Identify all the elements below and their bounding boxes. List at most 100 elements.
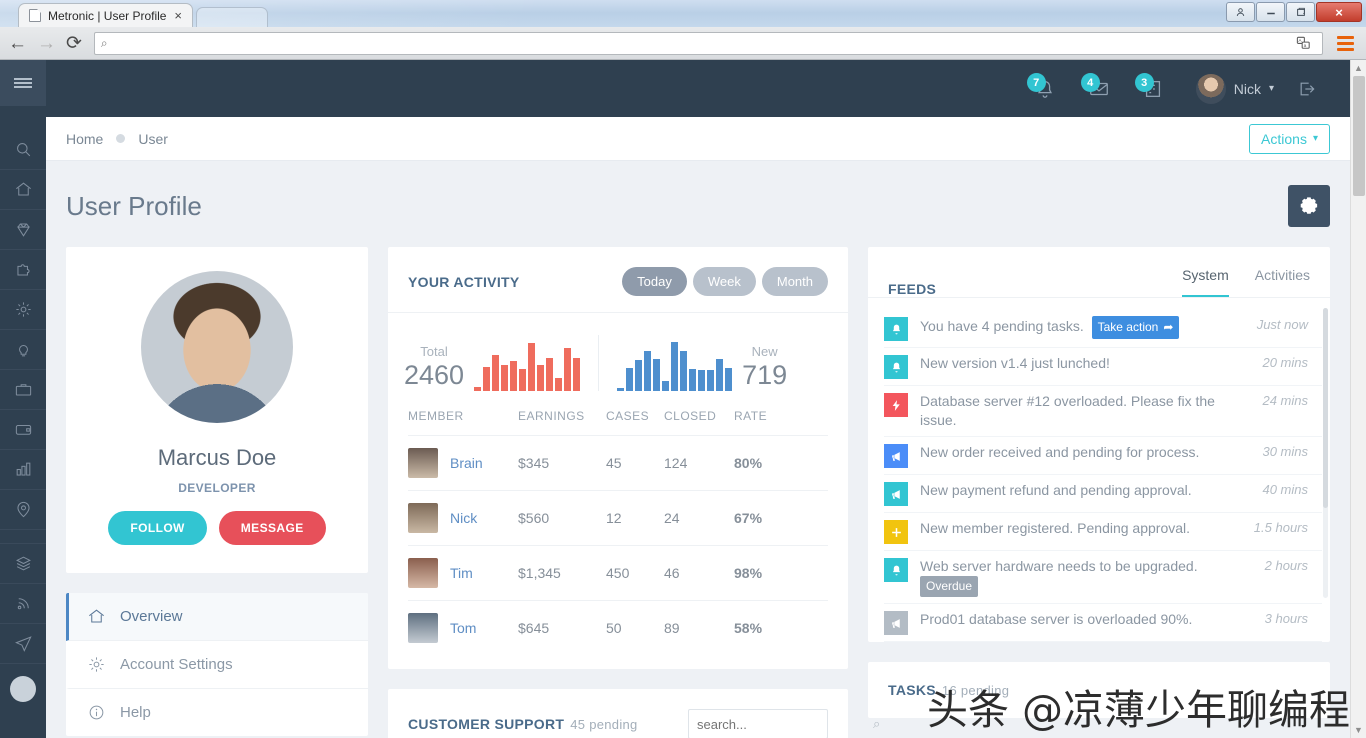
search-icon[interactable]: ⌕: [873, 716, 880, 732]
rail-bar-chart-icon[interactable]: [0, 450, 46, 490]
rail-paper-plane-icon[interactable]: [0, 624, 46, 664]
avatar: [408, 558, 438, 588]
table-row[interactable]: Tim $1,345 450 46 98%: [408, 545, 828, 601]
member-name[interactable]: Nick: [450, 510, 477, 526]
list-item[interactable]: New version v1.4 just lunched! 20 mins: [884, 348, 1322, 386]
member-name[interactable]: Brain: [450, 455, 483, 471]
rail-lightbulb-icon[interactable]: [0, 330, 46, 370]
list-item[interactable]: New order received and pending for proce…: [884, 437, 1322, 475]
list-item[interactable]: Prod01 database server is overloaded 90%…: [884, 604, 1322, 642]
chart-bar: [501, 365, 509, 391]
close-window-button[interactable]: ×: [1316, 2, 1362, 22]
messages-button[interactable]: 4: [1072, 60, 1126, 117]
list-item[interactable]: Web server hardware needs to be upgraded…: [884, 551, 1322, 604]
user-menu-button[interactable]: Nick ▾: [1180, 73, 1284, 104]
rail-diamond-icon[interactable]: [0, 210, 46, 250]
actions-button[interactable]: Actions ▾: [1249, 123, 1330, 154]
breadcrumb-home[interactable]: Home: [66, 131, 103, 147]
user-name: Nick: [1233, 80, 1261, 97]
range-week-button[interactable]: Week: [692, 267, 756, 296]
search-input[interactable]: [697, 716, 873, 732]
forward-icon[interactable]: →: [37, 34, 56, 53]
page-scrollbar[interactable]: ▲ ▼: [1350, 60, 1366, 738]
logout-button[interactable]: [1284, 60, 1330, 117]
rail-briefcase-icon[interactable]: [0, 370, 46, 410]
sidebar-item-account-settings[interactable]: Account Settings: [66, 641, 368, 689]
support-search-box[interactable]: ⌕: [688, 709, 880, 738]
list-item[interactable]: You have 4 pending tasks. Take action ➦ …: [884, 310, 1322, 348]
follow-button[interactable]: FOLLOW: [108, 511, 207, 545]
chart-bar: [492, 355, 500, 391]
browser-menu-button[interactable]: [1333, 35, 1358, 51]
hamburger-line: [14, 86, 32, 88]
home-icon: [89, 609, 104, 623]
hamburger-line: [14, 78, 32, 80]
range-month-button[interactable]: Month: [761, 267, 828, 296]
sidebar-toggle-button[interactable]: [0, 60, 46, 106]
page-title: User Profile: [66, 190, 202, 221]
feed-message: Prod01 database server is overloaded 90%…: [920, 611, 1193, 627]
feeds-tabs: System Activities: [1182, 267, 1310, 297]
table-row[interactable]: Brain $345 45 124 80%: [408, 435, 828, 491]
reload-icon[interactable]: ⟳: [66, 34, 82, 53]
feeds-scrollbar[interactable]: [1323, 308, 1328, 598]
new-value: 719: [742, 360, 788, 391]
message-button[interactable]: MESSAGE: [218, 511, 326, 545]
close-icon[interactable]: ×: [172, 9, 184, 22]
list-item[interactable]: New payment refund and pending approval.…: [884, 475, 1322, 513]
rail-search-icon[interactable]: [0, 130, 46, 170]
rail-wallet-icon[interactable]: [0, 410, 46, 450]
member-name[interactable]: Tim: [450, 565, 473, 581]
rail-home-icon[interactable]: [0, 170, 46, 210]
rail-rss-icon[interactable]: [0, 584, 46, 624]
address-bar[interactable]: ⌕ Aa: [93, 31, 1323, 55]
member-name[interactable]: Tom: [450, 620, 476, 636]
translate-icon[interactable]: Aa: [1296, 36, 1312, 50]
notifications-button[interactable]: 7: [1018, 60, 1072, 117]
list-item[interactable]: Database server #12 overloaded. Please f…: [884, 386, 1322, 437]
tasks-button[interactable]: 3: [1126, 60, 1180, 117]
rail-map-pin-icon[interactable]: [0, 490, 46, 530]
info-icon: [89, 705, 104, 720]
sidebar-item-help[interactable]: Help: [66, 689, 368, 736]
cell-cases: 45: [606, 435, 664, 491]
rail-puzzle-icon[interactable]: [0, 250, 46, 290]
cell-rate: 98%: [734, 545, 828, 601]
sidebar-item-overview[interactable]: Overview: [66, 593, 368, 641]
table-row[interactable]: Nick $560 12 24 67%: [408, 490, 828, 546]
scroll-down-icon[interactable]: ▼: [1354, 722, 1363, 738]
settings-gear-button[interactable]: [1288, 185, 1330, 227]
chart-bar: [617, 388, 625, 391]
tab-activities[interactable]: Activities: [1255, 267, 1310, 297]
feeds-scrollbar-thumb[interactable]: [1323, 308, 1328, 508]
list-item[interactable]: New member registered. Pending approval.…: [884, 513, 1322, 551]
minimize-window-button[interactable]: [1256, 2, 1285, 22]
rail-gear-icon[interactable]: [0, 290, 46, 330]
scrollbar-thumb[interactable]: [1352, 76, 1365, 196]
chart-bar: [564, 348, 572, 391]
take-action-button[interactable]: Take action ➦: [1091, 316, 1180, 339]
range-today-button[interactable]: Today: [622, 267, 687, 296]
rail-avatar[interactable]: [10, 676, 36, 702]
feed-message: You have 4 pending tasks.: [920, 318, 1084, 334]
back-icon[interactable]: ←: [8, 34, 27, 53]
new-tab-button[interactable]: [196, 7, 268, 27]
chart-bar: [698, 370, 706, 391]
user-profile-window-button[interactable]: [1226, 2, 1255, 22]
chart-bar: [716, 359, 724, 391]
megaphone-icon: [884, 611, 908, 635]
cell-closed: 89: [664, 600, 734, 655]
tab-title: Metronic | User Profile: [48, 8, 167, 23]
rail-layers-icon[interactable]: [0, 544, 46, 584]
scroll-up-icon[interactable]: ▲: [1354, 60, 1363, 76]
icon-sidebar: [0, 60, 46, 738]
browser-tab[interactable]: Metronic | User Profile ×: [18, 3, 193, 27]
feeds-title: FEEDS: [888, 281, 937, 297]
restore-window-button[interactable]: [1286, 2, 1315, 22]
megaphone-icon: [884, 482, 908, 506]
chart-bar: [653, 359, 661, 391]
table-row[interactable]: Tom $645 50 89 58%: [408, 600, 828, 655]
scrollbar-track[interactable]: [1351, 76, 1366, 722]
tab-system[interactable]: System: [1182, 267, 1229, 297]
column-member: MEMBER: [408, 409, 464, 423]
